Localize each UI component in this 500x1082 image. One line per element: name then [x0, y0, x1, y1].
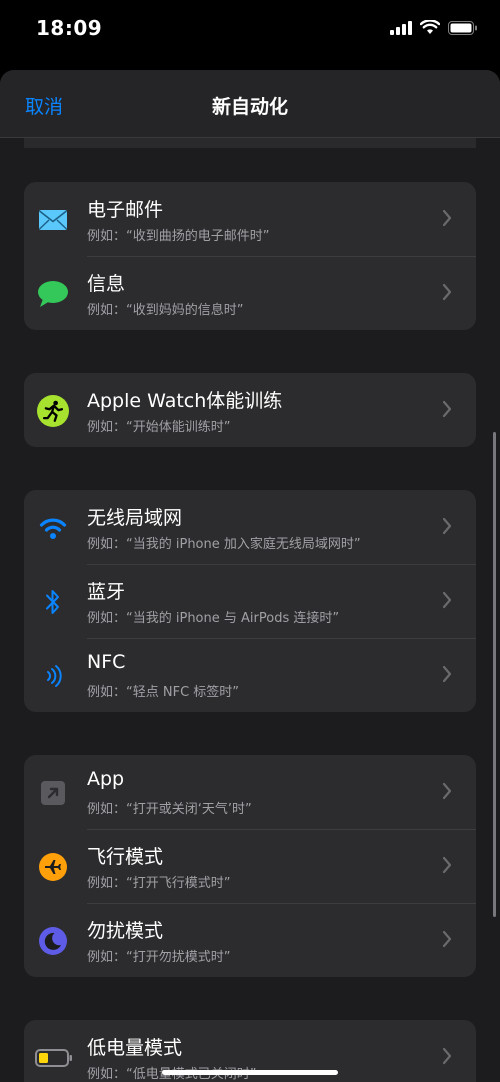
row-title: 蓝牙: [87, 581, 126, 603]
list-item-do-not-disturb[interactable]: 勿扰模式 例如：“打开勿扰模式时”: [24, 903, 476, 977]
trigger-group-settings: App 例如：“打开或关闭‘天气’时” 飞行模式 例如：“打开飞行模式时” 勿扰…: [24, 755, 476, 977]
status-icons: [390, 20, 478, 35]
list-item-nfc[interactable]: NFC 例如：“轻点 NFC 标签时”: [24, 638, 476, 712]
row-title: Apple Watch体能训练: [87, 390, 283, 412]
wifi-status-icon: [420, 20, 440, 34]
row-title: 信息: [87, 273, 126, 295]
list-item-messages[interactable]: 信息 例如：“收到妈妈的信息时”: [24, 256, 476, 330]
row-subtitle: 例如：“打开或关闭‘天气’时”: [87, 802, 252, 817]
messages-icon: [37, 278, 69, 310]
list-item-app[interactable]: App 例如：“打开或关闭‘天气’时”: [24, 755, 476, 829]
list-item-apple-watch-workout[interactable]: Apple Watch体能训练 例如：“开始体能训练时”: [24, 373, 476, 447]
chevron-right-icon: [442, 665, 452, 683]
chevron-right-icon: [442, 782, 452, 800]
row-subtitle: 例如：“收到妈妈的信息时”: [87, 303, 244, 318]
chevron-right-icon: [442, 1047, 452, 1065]
battery-status-icon: [448, 20, 477, 35]
row-subtitle: 例如：“当我的 iPhone 与 AirPods 连接时”: [87, 611, 340, 626]
chevron-right-icon: [442, 400, 452, 418]
trigger-group-communication: 电子邮件 例如：“收到曲扬的电子邮件时” 信息 例如：“收到妈妈的信息时”: [24, 182, 476, 330]
chevron-right-icon: [442, 930, 452, 948]
list-item-bluetooth[interactable]: 蓝牙 例如：“当我的 iPhone 与 AirPods 连接时”: [24, 564, 476, 638]
row-subtitle: 例如：“打开勿扰模式时”: [87, 950, 231, 965]
chevron-right-icon: [442, 209, 452, 227]
airplane-icon: [37, 851, 69, 883]
wifi-icon: [37, 512, 69, 544]
chevron-right-icon: [442, 283, 452, 301]
mail-icon: [37, 204, 69, 236]
row-title: 飞行模式: [87, 846, 164, 868]
chevron-right-icon: [442, 591, 452, 609]
row-title: 电子邮件: [87, 199, 164, 221]
status-bar: 18:09: [0, 0, 500, 60]
bluetooth-icon: [37, 586, 69, 618]
app-arrow-icon: [37, 777, 69, 809]
row-subtitle: 例如：“轻点 NFC 标签时”: [87, 685, 240, 700]
chevron-right-icon: [442, 517, 452, 535]
cellular-signal-icon: [390, 20, 412, 35]
low-battery-icon: [34, 1042, 74, 1074]
row-subtitle: 例如：“开始体能训练时”: [87, 420, 231, 435]
list-item-wifi[interactable]: 无线局域网 例如：“当我的 iPhone 加入家庭无线局域网时”: [24, 490, 476, 564]
navigation-bar: 取消 新自动化: [0, 70, 500, 138]
page-title: 新自动化: [211, 96, 288, 118]
trigger-group-connectivity: 无线局域网 例如：“当我的 iPhone 加入家庭无线局域网时” 蓝牙 例如：“…: [24, 490, 476, 712]
moon-icon: [37, 925, 69, 957]
row-subtitle: 例如：“打开飞行模式时”: [87, 876, 231, 891]
chevron-right-icon: [442, 856, 452, 874]
row-title: App: [87, 768, 125, 790]
scroll-indicator[interactable]: [493, 432, 496, 917]
nfc-icon: [37, 660, 69, 692]
row-title: 无线局域网: [87, 507, 183, 529]
new-automation-sheet: 取消 新自动化 电子邮件 例如：“收到曲扬的电子邮件时” 信息 例如：“收到妈妈…: [0, 70, 500, 1082]
status-time: 18:09: [36, 16, 103, 40]
home-indicator[interactable]: [162, 1070, 338, 1075]
trigger-group-workout: Apple Watch体能训练 例如：“开始体能训练时”: [24, 373, 476, 447]
list-item-email[interactable]: 电子邮件 例如：“收到曲扬的电子邮件时”: [24, 182, 476, 256]
list-item-airplane-mode[interactable]: 飞行模式 例如：“打开飞行模式时”: [24, 829, 476, 903]
row-subtitle: 例如：“收到曲扬的电子邮件时”: [87, 229, 270, 244]
row-subtitle: 例如：“当我的 iPhone 加入家庭无线局域网时”: [87, 537, 361, 552]
workout-icon: [37, 395, 69, 427]
row-title: NFC: [87, 651, 126, 673]
row-title: 勿扰模式: [87, 920, 164, 942]
row-title: 低电量模式: [87, 1037, 183, 1059]
